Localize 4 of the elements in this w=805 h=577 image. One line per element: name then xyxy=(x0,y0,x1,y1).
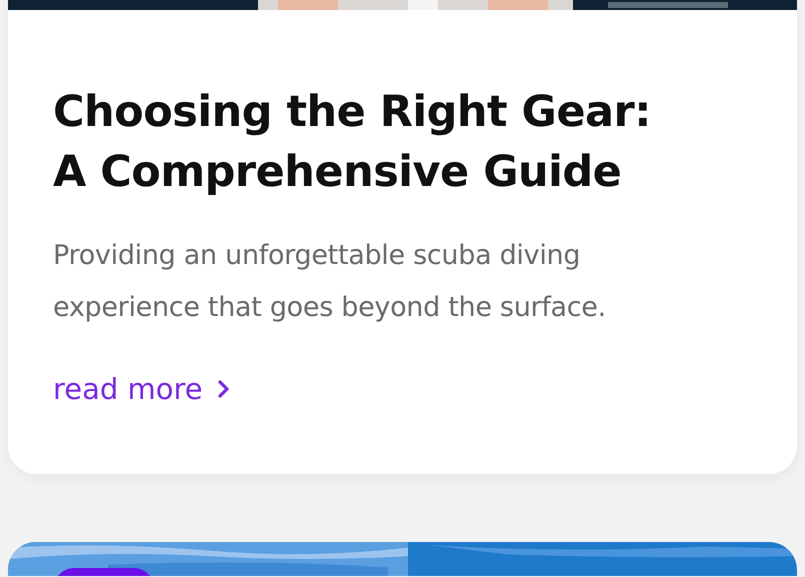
card-description: Providing an unforgettable scuba diving experience that goes beyond the surface. xyxy=(53,239,607,325)
read-more-link[interactable]: read more xyxy=(53,372,231,406)
card-title: Choosing the Right Gear: A Comprehensive Guide xyxy=(53,86,652,199)
chevron-right-icon xyxy=(216,379,231,399)
